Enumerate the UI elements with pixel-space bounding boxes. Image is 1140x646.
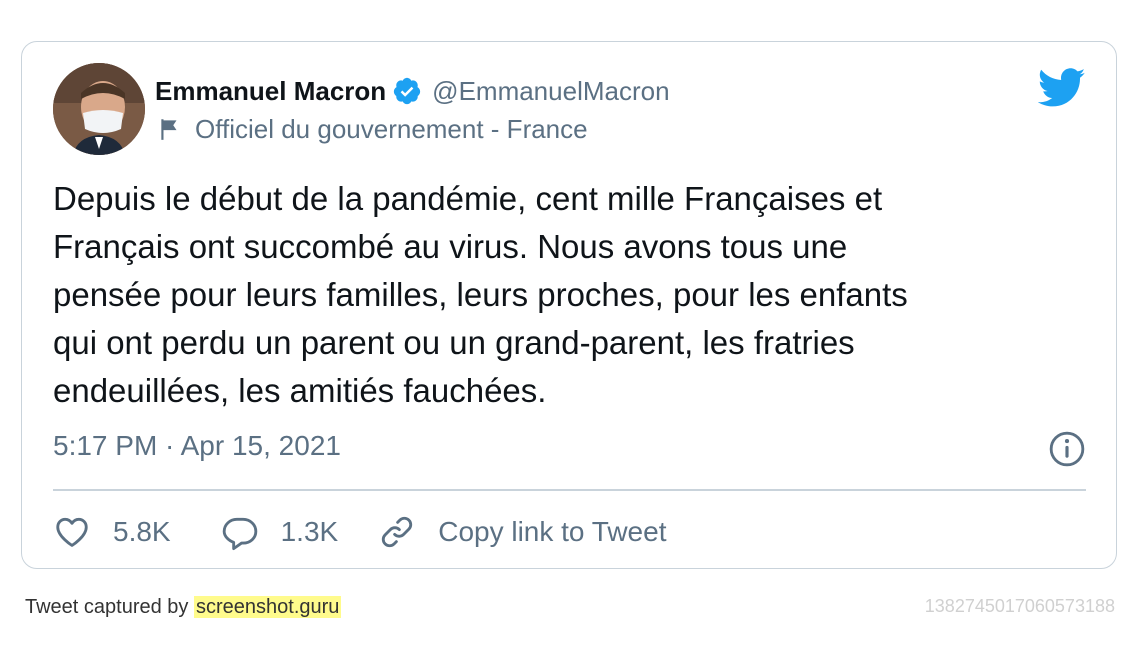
avatar-image (53, 63, 145, 155)
author-row: Emmanuel Macron @EmmanuelMacron (155, 75, 670, 107)
capture-credit-text: Tweet captured by (25, 596, 194, 618)
reply-button[interactable]: 1.3K (221, 513, 339, 551)
verified-badge-icon (392, 76, 422, 106)
capture-site-link[interactable]: screenshot.guru (193, 596, 342, 618)
government-label-row: Officiel du gouvernement - France (157, 112, 588, 146)
flag-icon (157, 116, 183, 142)
link-icon (382, 516, 413, 548)
info-icon[interactable] (1048, 430, 1086, 468)
tweet-id: 1382745017060573188 (924, 596, 1115, 616)
like-button[interactable]: 5.8K (53, 513, 171, 551)
copy-link-label: Copy link to Tweet (438, 516, 667, 547)
reply-icon (222, 517, 257, 551)
government-label: Officiel du gouvernement - France (195, 113, 588, 144)
capture-credit: Tweet captured by screenshot.guru (25, 596, 342, 619)
tweet-text: Depuis le début de la pandémie, cent mil… (53, 180, 908, 409)
action-bar: 5.8K 1.3K Copy link to Tweet (53, 512, 666, 552)
tweet-card: Emmanuel Macron @EmmanuelMacron Officiel… (21, 41, 1117, 569)
author-handle[interactable]: @EmmanuelMacron (432, 76, 669, 107)
reply-count: 1.3K (280, 516, 339, 547)
copy-link-button[interactable]: Copy link to Tweet (378, 513, 666, 551)
divider (53, 489, 1086, 491)
author-display-name[interactable]: Emmanuel Macron (155, 76, 386, 107)
avatar[interactable] (53, 63, 145, 155)
twitter-bird-icon[interactable] (1037, 68, 1086, 108)
tweet-timestamp[interactable]: 5:17 PM · Apr 15, 2021 (53, 430, 341, 462)
heart-icon (56, 517, 88, 547)
like-count: 5.8K (113, 516, 171, 547)
